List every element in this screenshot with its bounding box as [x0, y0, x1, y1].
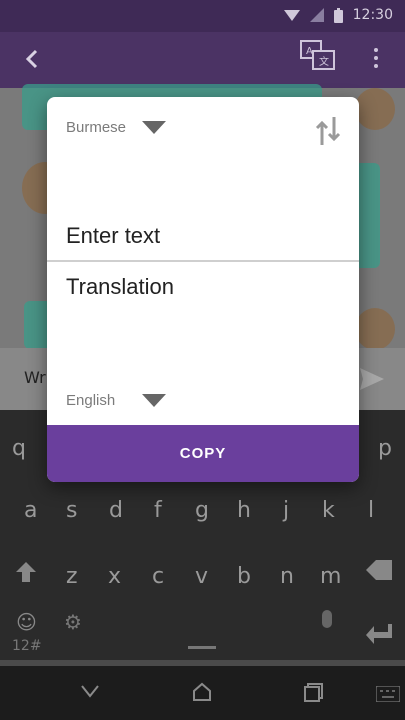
key-n[interactable]: n	[280, 564, 294, 589]
send-icon[interactable]	[360, 368, 384, 390]
status-bar: 12:30	[0, 0, 405, 32]
input-divider	[47, 260, 359, 262]
translate-icon[interactable]: A 文	[300, 40, 336, 72]
svg-text:A: A	[306, 46, 313, 57]
keyboard-mode-label[interactable]: 12#	[12, 638, 42, 654]
key-q[interactable]: q	[12, 436, 26, 461]
key-m[interactable]: m	[320, 564, 341, 589]
copy-button[interactable]: COPY	[47, 425, 359, 482]
swap-languages-icon[interactable]	[315, 115, 341, 147]
enter-icon[interactable]	[366, 624, 392, 644]
key-f[interactable]: f	[154, 498, 162, 523]
nav-recents-icon[interactable]	[304, 682, 324, 702]
spacebar[interactable]	[188, 646, 216, 649]
backspace-icon[interactable]	[366, 560, 392, 580]
key-p[interactable]: p	[378, 436, 392, 461]
avatar	[355, 88, 395, 130]
key-l[interactable]: l	[368, 498, 374, 523]
status-time: 12:30	[352, 7, 393, 23]
translation-output: Translation	[66, 274, 175, 299]
target-language-label[interactable]: English	[66, 392, 115, 409]
battery-icon	[333, 7, 343, 23]
microphone-icon[interactable]	[322, 610, 332, 628]
signal-icon	[309, 8, 324, 22]
key-b[interactable]: b	[237, 564, 251, 589]
svg-text:文: 文	[319, 55, 329, 68]
shift-icon[interactable]	[16, 562, 36, 582]
key-z[interactable]: z	[66, 564, 78, 589]
key-h[interactable]: h	[237, 498, 251, 523]
back-arrow-icon[interactable]	[18, 44, 48, 74]
wifi-icon	[283, 10, 300, 21]
source-language-dropdown-icon[interactable]	[142, 121, 166, 134]
key-s[interactable]: s	[66, 498, 77, 523]
system-nav-bar	[0, 666, 405, 720]
translate-dialog: Burmese Enter text Translation English C…	[47, 97, 359, 482]
status-icons: 12:30	[283, 7, 393, 23]
key-c[interactable]: c	[152, 564, 164, 589]
key-g[interactable]: g	[195, 498, 209, 523]
settings-gear-icon[interactable]: ⚙	[64, 610, 82, 634]
key-a[interactable]: a	[24, 498, 37, 523]
source-language-label[interactable]: Burmese	[66, 119, 126, 136]
nav-home-icon[interactable]	[192, 682, 212, 702]
source-text-input[interactable]: Enter text	[66, 223, 160, 249]
key-d[interactable]: d	[109, 498, 123, 523]
nav-back-icon[interactable]	[80, 684, 100, 698]
target-language-dropdown-icon[interactable]	[142, 394, 166, 407]
app-toolbar: A 文	[0, 32, 405, 88]
key-k[interactable]: k	[322, 498, 335, 523]
emoji-icon[interactable]: ☺	[16, 610, 37, 634]
key-x[interactable]: x	[108, 564, 121, 589]
avatar	[355, 308, 395, 350]
keyboard-switch-icon[interactable]	[376, 686, 400, 702]
key-v[interactable]: v	[195, 564, 208, 589]
key-j[interactable]: j	[283, 498, 289, 523]
more-vert-icon[interactable]	[366, 44, 386, 74]
